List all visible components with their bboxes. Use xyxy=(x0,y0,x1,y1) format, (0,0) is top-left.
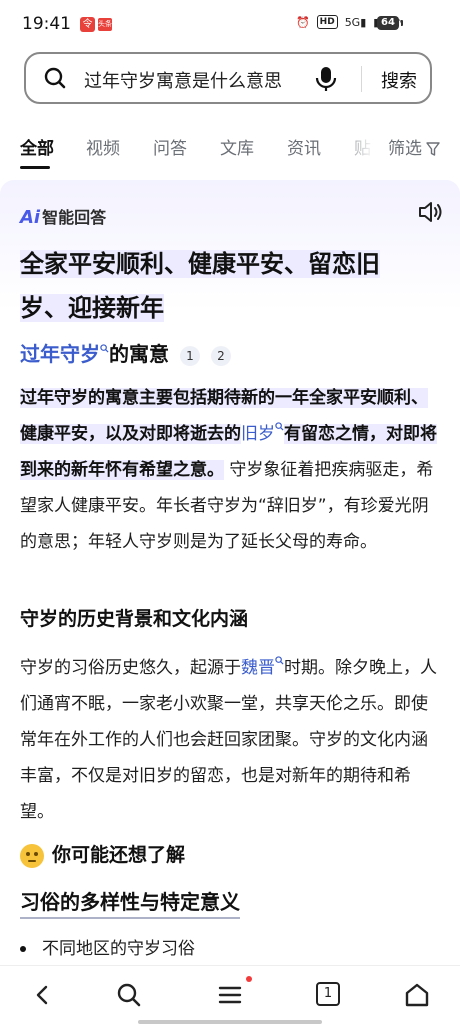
search-bar[interactable]: 过年守岁寓意是什么意思 搜索 xyxy=(24,52,432,104)
battery-icon: 64 xyxy=(377,16,403,30)
answer-paragraph: 过年守岁的寓意主要包括期待新的一年全家平安顺利、健康平安，以及对即将逝去的旧岁有… xyxy=(20,380,440,560)
search-link-icon[interactable] xyxy=(100,344,109,353)
related-heading-text: 你可能还想了解 xyxy=(52,844,186,866)
tab-news[interactable]: 资讯 xyxy=(287,134,321,159)
answer-subhead: 过年守岁 的寓意 1 2 xyxy=(20,338,231,367)
ai-logo-icon: Ai xyxy=(20,207,41,228)
subhead-link[interactable]: 过年守岁 xyxy=(20,342,100,366)
back-icon[interactable] xyxy=(28,980,58,1010)
tabs-count-button[interactable]: 1 xyxy=(316,982,340,1006)
answer-title-line2: 岁、迎接新年 xyxy=(20,294,164,322)
history-paragraph: 守岁的习俗历史悠久，起源于魏晋 时期。除夕晚上，人们通宵不眠，一家老小欢聚一堂，共… xyxy=(20,650,440,830)
menu-notification-dot xyxy=(246,976,252,982)
history-text-a: 守岁的习俗历史悠久，起源于 xyxy=(20,658,241,678)
tab-wenku[interactable]: 文库 xyxy=(220,134,254,159)
ai-answer-card: Ai 智能回答 全家平安顺利、健康平安、留恋旧 岁、迎接新年 过年守岁 的寓意 1 … xyxy=(0,180,460,970)
history-text-b: 时期。除夕晚上，人们通宵不眠，一家老小欢聚一堂，共享天伦之乐。即使常年在外工作的… xyxy=(20,658,437,822)
search-link-icon[interactable] xyxy=(275,422,284,431)
section-title: 守岁的历史背景和文化内涵 xyxy=(20,608,249,630)
related-heading: 你可能还想了解 xyxy=(20,840,185,868)
ai-answer-badge: Ai 智能回答 xyxy=(20,204,106,228)
hd-icon: HD xyxy=(316,15,338,29)
ai-badge-label: 智能回答 xyxy=(42,208,107,227)
search-input[interactable]: 过年守岁寓意是什么意思 xyxy=(84,67,282,93)
tab-all[interactable]: 全部 xyxy=(20,134,54,159)
speaker-icon[interactable] xyxy=(417,200,443,224)
bottom-navigation: 1 xyxy=(0,965,460,1027)
filter-icon xyxy=(426,142,440,156)
home-icon[interactable] xyxy=(402,980,432,1010)
home-indicator xyxy=(138,1020,322,1024)
search-nav-icon[interactable] xyxy=(114,980,144,1010)
tab-video[interactable]: 视频 xyxy=(86,134,120,159)
bullet-icon xyxy=(20,946,26,952)
app-notification-icon: 令 xyxy=(80,17,95,32)
answer-title-line1: 全家平安顺利、健康平安、留恋旧 xyxy=(20,250,380,278)
tabs-fade xyxy=(336,124,384,168)
alarm-icon: ⏰ xyxy=(295,15,310,29)
list-item-text: 不同地区的守岁习俗 xyxy=(42,939,195,959)
weijin-link[interactable]: 魏晋 xyxy=(241,658,275,678)
status-bar: 19:41 令 头条 ⏰ HD 5G▮ ▮▮ ◠ 64 xyxy=(0,0,460,52)
subhead-text: 的寓意 xyxy=(109,342,169,366)
filter-label: 筛选 xyxy=(388,139,422,159)
signal-5g-icon: 5G▮ xyxy=(344,15,367,29)
search-icon[interactable] xyxy=(44,67,66,89)
related-topic-title[interactable]: 习俗的多样性与特定意义 xyxy=(20,886,240,919)
tab-qa[interactable]: 问答 xyxy=(153,134,187,159)
search-button[interactable]: 搜索 xyxy=(381,67,417,93)
microphone-icon[interactable] xyxy=(314,65,338,93)
active-tab-indicator xyxy=(20,166,50,169)
search-divider xyxy=(361,66,362,92)
answer-title: 全家平安顺利、健康平安、留恋旧 岁、迎接新年 xyxy=(20,242,440,330)
thinking-face-icon xyxy=(20,843,44,868)
result-tabs: 全部 视频 问答 文库 资讯 贴 筛选 xyxy=(0,124,460,169)
list-item[interactable]: 不同地区的守岁习俗 xyxy=(20,934,195,959)
news-notification-icon: 头条 xyxy=(98,18,112,31)
search-link-icon[interactable] xyxy=(275,656,284,665)
menu-icon[interactable] xyxy=(215,980,245,1010)
reference-badge[interactable]: 2 xyxy=(210,345,231,366)
clock: 19:41 xyxy=(22,14,71,34)
old-year-link[interactable]: 旧岁 xyxy=(241,424,275,444)
filter-button[interactable]: 筛选 xyxy=(388,134,440,159)
reference-badge[interactable]: 1 xyxy=(179,345,200,366)
